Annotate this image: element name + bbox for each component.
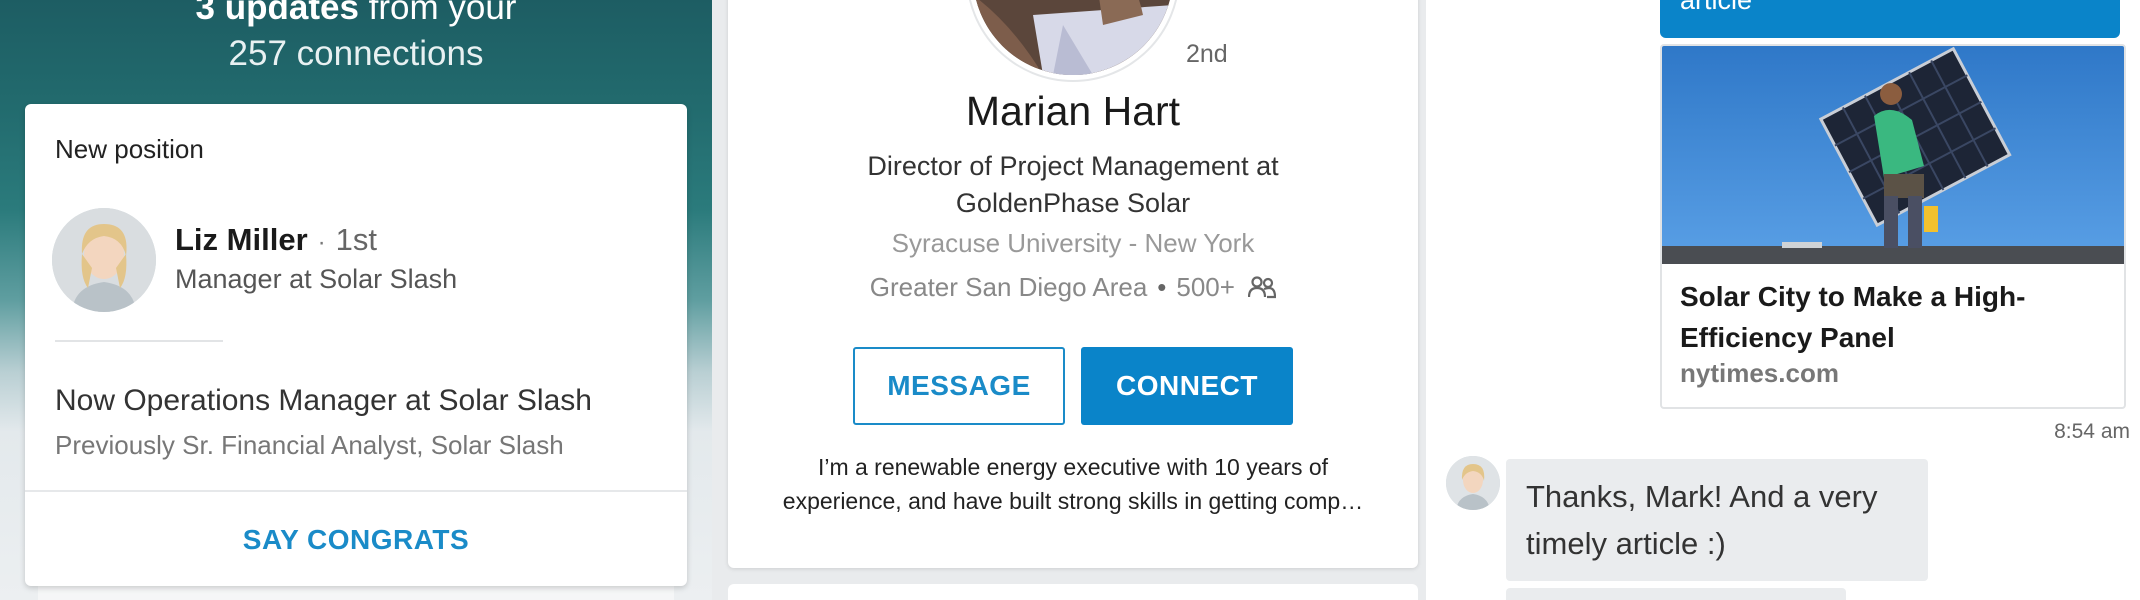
person-title: Manager at Solar Slash: [175, 264, 458, 294]
updates-panel: 3 updates from your 257 connections New …: [0, 0, 712, 600]
separator-dot: ·: [317, 229, 326, 256]
update-type-label: New position: [55, 134, 204, 164]
article-title: Solar City to Make a High-Efficiency Pan…: [1680, 281, 2026, 353]
article-image: [1662, 46, 2124, 264]
profile-summary-line2: experience, and have built strong skills…: [782, 488, 1364, 514]
next-message-bubble: [1506, 588, 1846, 600]
updates-headline-rest: from your: [358, 0, 517, 27]
say-congrats-button[interactable]: SAY CONGRATS: [25, 492, 687, 588]
person-photo-icon: [52, 208, 156, 312]
update-card[interactable]: New position Liz Miller · 1st Manager at S…: [25, 104, 687, 586]
message-timestamp: 8:54 am: [2054, 420, 2130, 443]
profile-title: Director of Project Management at Golden…: [728, 148, 1418, 222]
profile-location: Greater San Diego Area: [869, 272, 1148, 302]
shared-article-card[interactable]: Solar City to Make a High-Efficiency Pan…: [1660, 44, 2126, 409]
message-button[interactable]: MESSAGE: [853, 347, 1065, 425]
separator-dot: •: [1157, 272, 1167, 302]
solar-panel-worker-image-icon: [1662, 46, 2124, 264]
next-profile-card: [728, 584, 1418, 600]
avatar[interactable]: [1446, 456, 1500, 510]
person-name[interactable]: Liz Miller: [175, 222, 308, 257]
avatar[interactable]: [52, 208, 156, 312]
card-footer: SAY CONGRATS: [25, 490, 687, 586]
profile-location-row: Greater San Diego Area • 500+: [728, 272, 1418, 306]
connection-degree: 2nd: [1186, 40, 1228, 68]
updates-headline: 3 updates from your: [0, 0, 712, 28]
updates-connections-count: 257 connections: [228, 34, 484, 73]
profile-photo-icon: [973, 0, 1173, 75]
people-icon: [1248, 275, 1277, 306]
profile-school: Syracuse University - New York: [891, 228, 1255, 258]
update-headline: Now Operations Manager at Solar Slash: [55, 384, 592, 417]
article-source: nytimes.com: [1680, 358, 1839, 388]
connect-button[interactable]: CONNECT: [1081, 347, 1293, 425]
profile-title-line2: GoldenPhase Solar: [955, 188, 1191, 218]
profile-panel: 2nd Marian Hart Director of Project Mana…: [712, 0, 1426, 600]
profile-avatar: [968, 0, 1178, 80]
profile-card: 2nd Marian Hart Director of Project Mana…: [728, 0, 1418, 568]
profile-title-line1: Director of Project Management at: [867, 151, 1279, 181]
profile-summary-line1: I’m a renewable energy executive with 10…: [817, 454, 1329, 480]
sent-message-text: article: [1680, 0, 1753, 15]
profile-name: Marian Hart: [965, 88, 1181, 134]
profile-summary[interactable]: I’m a renewable energy executive with 10…: [728, 450, 1418, 518]
update-previous-position: Previously Sr. Financial Analyst, Solar …: [55, 430, 564, 460]
received-message-bubble: Thanks, Mark! And a very timely article …: [1506, 459, 1928, 581]
sent-message-bubble: article: [1660, 0, 2120, 38]
next-card-edge: [38, 586, 674, 600]
connections-count: 500+: [1176, 272, 1235, 302]
connection-degree: 1st: [335, 222, 377, 257]
person-photo-icon: [1446, 456, 1500, 510]
person-name-row[interactable]: Liz Miller · 1st: [175, 222, 377, 258]
divider: [55, 340, 223, 342]
updates-count: 3 updates: [195, 0, 359, 27]
messages-panel: article Solar City to Make a High-Effici…: [1426, 0, 2140, 600]
